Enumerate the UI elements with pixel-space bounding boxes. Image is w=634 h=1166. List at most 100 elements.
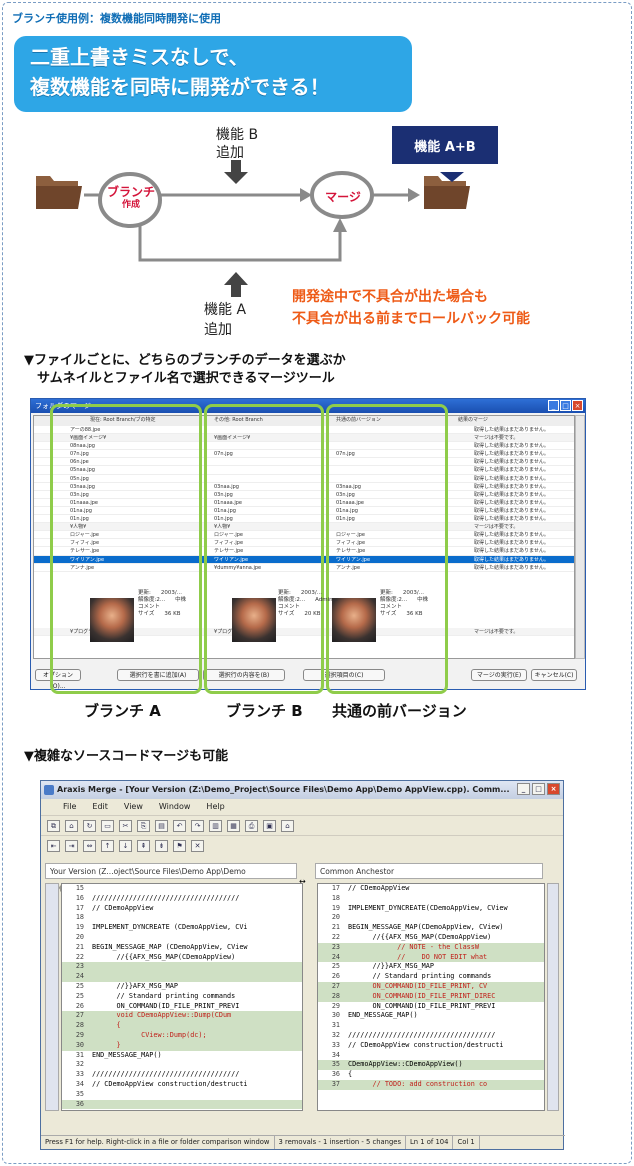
code-line[interactable]: 17// CDemoAppView [318, 884, 544, 894]
code-line[interactable]: 32//////////////////////////////////// [318, 1031, 544, 1041]
close-icon[interactable]: × [547, 783, 560, 795]
code-line[interactable]: 21 BEGIN_MESSAGE_MAP(CDemoAppView, CView) [318, 923, 544, 933]
code-line[interactable]: 33//////////////////////////////////// [62, 1070, 302, 1080]
undo-icon[interactable]: ↶ [173, 819, 186, 832]
araxis-merge-window: Araxis Merge - [Your Version (Z:\Demo_Pr… [40, 780, 565, 1150]
left-change-map[interactable] [45, 883, 59, 1111]
menu-help[interactable]: Help [206, 799, 224, 815]
code-line[interactable]: 28 ON_COMMAND(ID_FILE_PRINT_DIREC [318, 991, 544, 1002]
last-change-icon[interactable]: ⇟ [155, 839, 168, 852]
copy-icon[interactable]: ⎘ [137, 819, 150, 832]
code-line[interactable]: 18 [318, 894, 544, 904]
cell-c4: 取得した結果はまだありません。 [474, 507, 549, 514]
code-line[interactable]: 35 [62, 1090, 302, 1100]
cell-c4: 取得した結果はまだありません。 [474, 516, 549, 523]
paste-icon[interactable]: ▤ [155, 819, 168, 832]
minimize-icon[interactable]: _ [548, 400, 559, 411]
code-line[interactable]: 30 END_MESSAGE_MAP() [318, 1011, 544, 1021]
code-line[interactable]: 26 ON_COMMAND(ID_FILE_PRINT_PREVI [62, 1002, 302, 1012]
minimize-icon[interactable]: _ [517, 783, 530, 795]
code-line[interactable]: 15 [62, 884, 302, 894]
branch-b-label: ブランチ B [226, 702, 303, 720]
maximize-icon[interactable]: □ [560, 400, 571, 411]
home-icon[interactable]: ⌂ [281, 819, 294, 832]
first-change-icon[interactable]: ⇞ [137, 839, 150, 852]
code-line[interactable]: 37 // TODO: add construction co [318, 1079, 544, 1090]
cell-c4: 取得した結果はまだありません。 [474, 564, 549, 571]
code-line[interactable]: 25 //}}AFX_MSG_MAP [318, 962, 544, 972]
code-line[interactable]: 27 void CDemoAppView::Dump(CDum [62, 1011, 302, 1022]
maximize-icon[interactable]: □ [532, 783, 545, 795]
open-icon[interactable]: ⌂ [65, 819, 78, 832]
menu-file[interactable]: File [63, 799, 76, 815]
new-compare-icon[interactable]: ⧉ [47, 819, 60, 832]
save-icon[interactable]: ▭ [101, 819, 114, 832]
code-line[interactable]: 19 IMPLEMENT_DYNCREATE(CDemoAppView, CVie… [318, 904, 544, 914]
right-scrollbar[interactable] [547, 883, 559, 1111]
code-line[interactable]: 16//////////////////////////////////// [62, 894, 302, 904]
code-line[interactable]: 21 BEGIN_MESSAGE_MAP (CDemoAppView, CView [62, 943, 302, 953]
close-icon[interactable]: × [572, 400, 583, 411]
clear-icon[interactable]: ✕ [191, 839, 204, 852]
code-line[interactable]: 19 IMPLEMENT_DYNCREATE (CDemoAppView, CVi [62, 923, 302, 933]
section-folder-merge: ▼ファイルごとに、どちらのブランチのデータを選ぶか サムネイルとファイル名で選択… [24, 353, 346, 386]
code-line[interactable]: 30 } [62, 1040, 302, 1051]
code-line[interactable]: 31 [318, 1021, 544, 1031]
code-line[interactable]: 22 //{{AFX_MSG_MAP(CDemoAppView) [318, 933, 544, 943]
code-line[interactable]: 24 [62, 972, 302, 982]
three-way-icon[interactable]: ▦ [227, 819, 240, 832]
bookmark-icon[interactable]: ⚑ [173, 839, 186, 852]
preview-meta: 更新: 2003/... 解像度:2... 中株 コメント サイズ 36 KB [380, 590, 429, 617]
run-merge-button[interactable]: マージの実行(E) [471, 669, 527, 681]
menu-view[interactable]: View [124, 799, 143, 815]
vertical-scrollbar[interactable] [575, 415, 585, 659]
code-line[interactable]: 33// CDemoAppView construction/destructi [318, 1041, 544, 1051]
left-code-pane[interactable]: 15 16////////////////////////////////////… [61, 883, 303, 1111]
code-line[interactable]: 29 ON_COMMAND(ID_FILE_PRINT_PREVI [318, 1002, 544, 1012]
code-line[interactable]: 32 [62, 1060, 302, 1070]
code-line[interactable]: 35 CDemoAppView::CDemoAppView() [318, 1060, 544, 1071]
merge-all-icon[interactable]: ⇔ [83, 839, 96, 852]
code-line[interactable]: 17// CDemoAppView [62, 904, 302, 914]
code-line[interactable]: 18 [62, 913, 302, 923]
branch-a-highlight [50, 404, 202, 694]
cell-c4: 取得した結果はまだありません。 [474, 451, 549, 458]
code-line[interactable]: 27 ON_COMMAND(ID_FILE_PRINT, CV [318, 981, 544, 992]
next-change-icon[interactable]: ↓ [119, 839, 132, 852]
cell-c4: 取得した結果はまだありません。 [474, 483, 549, 490]
redo-icon[interactable]: ↷ [191, 819, 204, 832]
cut-icon[interactable]: ✂ [119, 819, 132, 832]
section-source-merge: ▼複雑なソースコードマージも可能 [24, 749, 229, 764]
right-code-pane[interactable]: 17// CDemoAppView 18 19 IMPLEMENT_DYNCREATE… [317, 883, 545, 1111]
code-line[interactable]: 25 //}}AFX_MSG_MAP [62, 982, 302, 992]
toolbar-2: ⇤ ⇥ ⇔ ↑ ↓ ⇞ ⇟ ⚑ ✕ [41, 835, 563, 855]
code-line[interactable]: 24 // DO NOT EDIT what [318, 952, 544, 963]
code-line[interactable]: 20 [318, 913, 544, 923]
code-line[interactable]: 20 [62, 933, 302, 943]
refresh-icon[interactable]: ↻ [83, 819, 96, 832]
code-line[interactable]: 36 [62, 1099, 302, 1110]
code-line[interactable]: 23 [62, 962, 302, 973]
menu-edit[interactable]: Edit [92, 799, 108, 815]
thumbnail-b [232, 598, 276, 642]
code-line[interactable]: 22 //{{AFX_MSG_MAP(CDemoAppView) [62, 953, 302, 963]
code-line[interactable]: 25 // Standard printing commands [62, 992, 302, 1002]
merge-left-icon[interactable]: ⇤ [47, 839, 60, 852]
code-line[interactable]: 29 CView::Dump(dc); [62, 1030, 302, 1041]
code-line[interactable]: 26 // Standard printing commands [318, 972, 544, 982]
prev-change-icon[interactable]: ↑ [101, 839, 114, 852]
two-way-icon[interactable]: ▥ [209, 819, 222, 832]
status-bar: Press F1 for help. Right-click in a file… [41, 1135, 565, 1149]
code-line[interactable]: 31 END_MESSAGE_MAP() [62, 1051, 302, 1061]
merge-right-icon[interactable]: ⇥ [65, 839, 78, 852]
code-line[interactable]: 34 [318, 1051, 544, 1061]
report-icon[interactable]: ▣ [263, 819, 276, 832]
cancel-button[interactable]: キャンセル(C) [531, 669, 577, 681]
code-line[interactable]: 28 { [62, 1021, 302, 1031]
menu-window[interactable]: Window [159, 799, 191, 815]
print-icon[interactable]: ⎙ [245, 819, 258, 832]
code-line[interactable]: 23 // NOTE - the ClassW [318, 942, 544, 953]
araxis-titlebar: Araxis Merge - [Your Version (Z:\Demo_Pr… [41, 781, 563, 799]
code-line[interactable]: 34// CDemoAppView construction/destructi [62, 1080, 302, 1090]
code-line[interactable]: 36{ [318, 1070, 544, 1080]
